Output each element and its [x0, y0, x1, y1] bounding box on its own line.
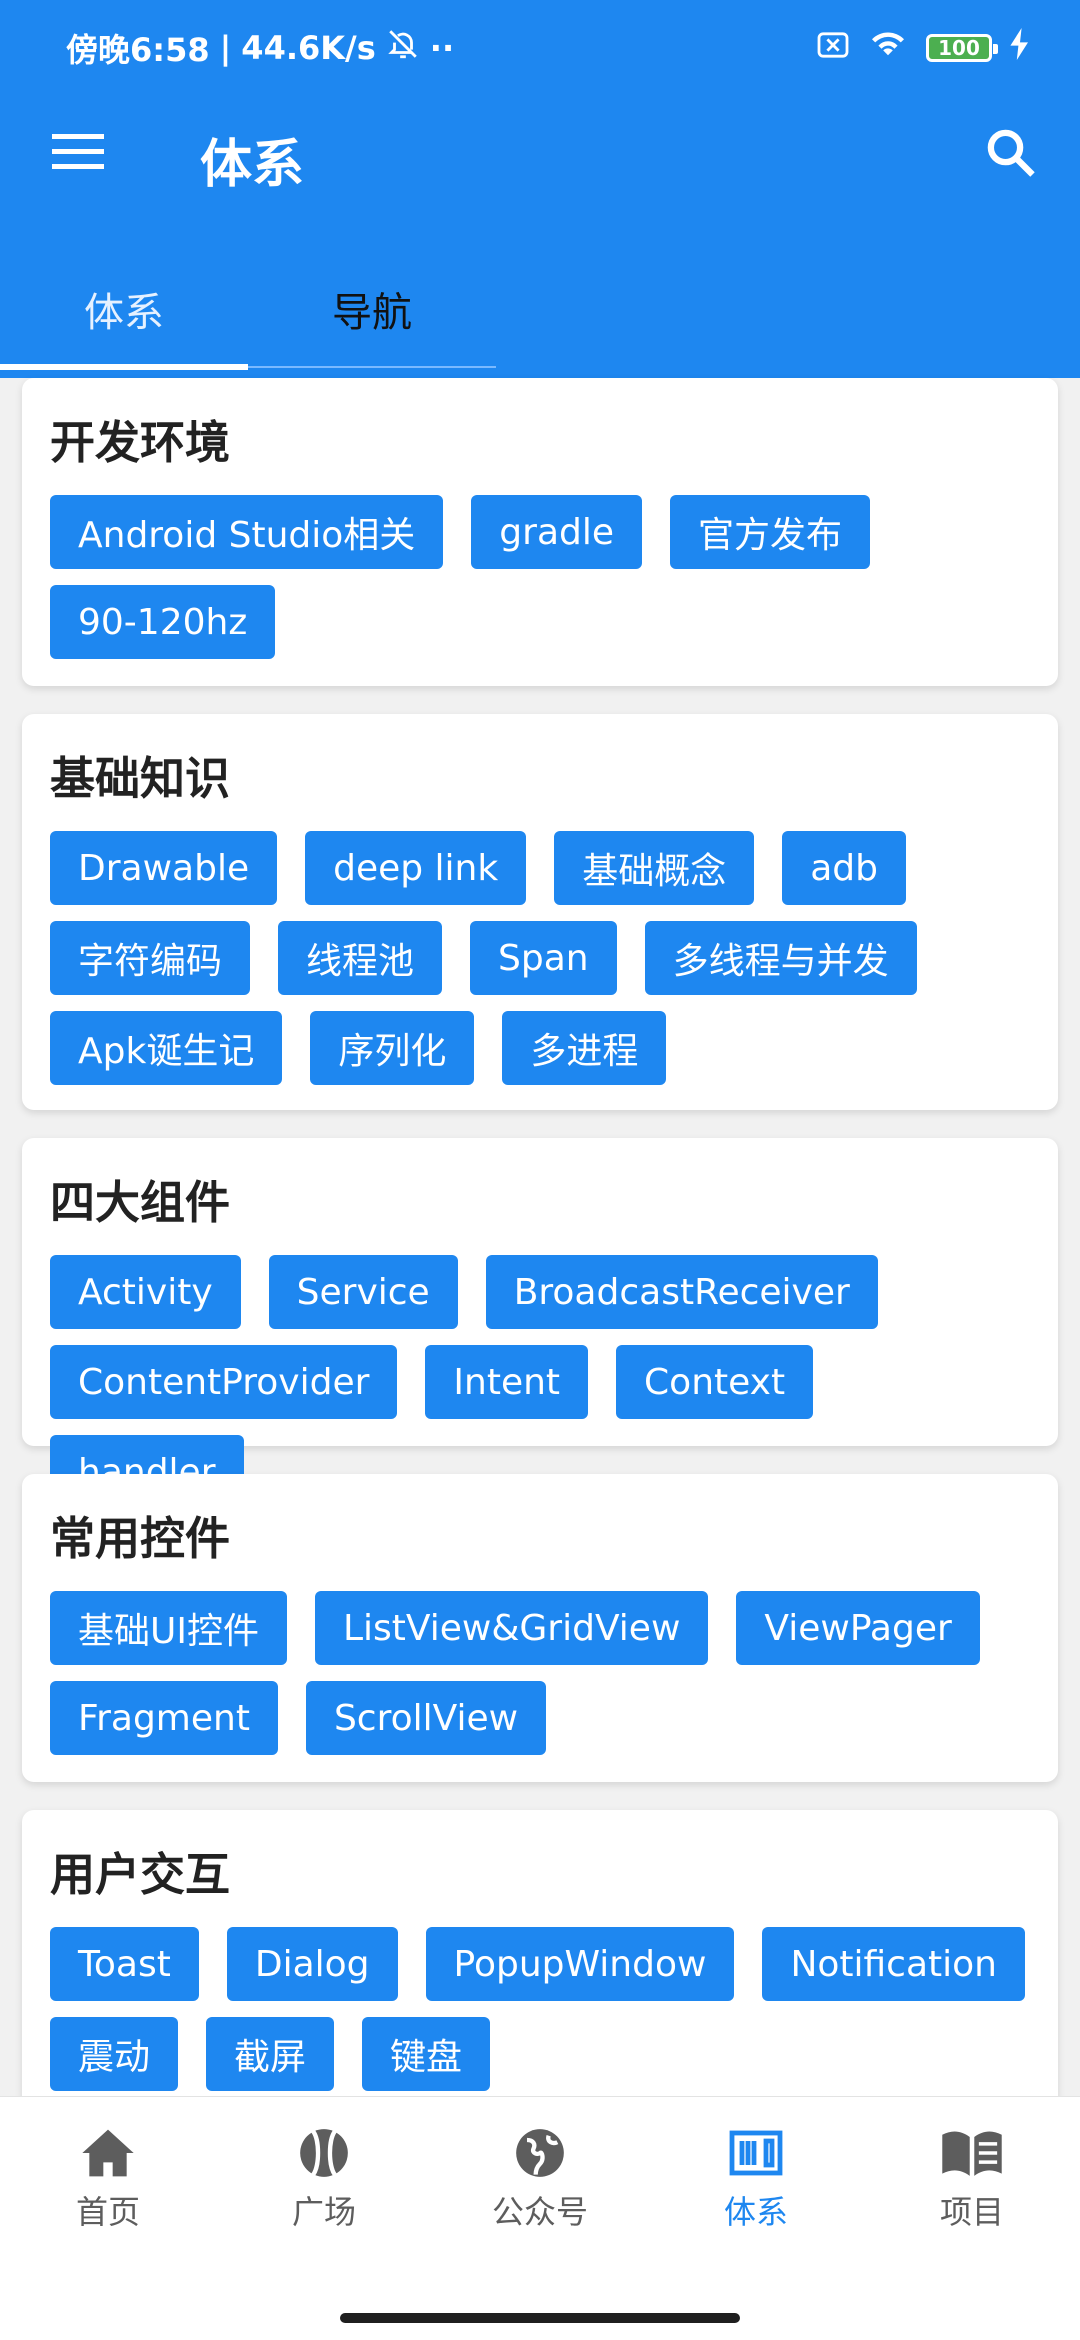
- bottom-navigation: 首页 广场 公众号 体系 项目: [0, 2096, 1080, 2340]
- category-card-four-components: 四大组件 Activity Service BroadcastReceiver …: [22, 1138, 1058, 1509]
- search-button[interactable]: [978, 122, 1042, 186]
- tab-system-label: 体系: [84, 290, 164, 336]
- tag-list: 基础UI控件 ListView&GridView ViewPager Fragm…: [50, 1591, 1030, 1755]
- nav-home[interactable]: 首页: [0, 2127, 216, 2247]
- bell-off-icon: [386, 27, 420, 69]
- tab-navigation[interactable]: 导航: [248, 260, 496, 372]
- tab-bar: 体系 导航: [0, 260, 496, 372]
- tag-chip[interactable]: Fragment: [50, 1681, 278, 1755]
- tag-chip[interactable]: Drawable: [50, 831, 278, 905]
- nav-system-label: 体系: [723, 2193, 788, 2231]
- globe-icon: [512, 2127, 568, 2179]
- status-right: 100: [816, 28, 1030, 68]
- app-bar: 傍晚6:58 | 44.6K/s ·· 100 体系 体系 导航: [0, 0, 1080, 378]
- status-left: 傍晚6:58 | 44.6K/s ··: [66, 25, 454, 71]
- tag-chip[interactable]: Context: [616, 1345, 814, 1419]
- charging-icon: [1010, 28, 1030, 68]
- tag-chip[interactable]: 基础UI控件: [50, 1591, 287, 1665]
- tab-navigation-label: 导航: [332, 290, 412, 336]
- category-title: 基础知识: [50, 752, 231, 805]
- nav-official-account-label: 公众号: [491, 2193, 588, 2231]
- battery-level: 100: [938, 36, 980, 60]
- tag-chip[interactable]: ScrollView: [305, 1681, 547, 1755]
- category-title: 用户交互: [50, 1848, 231, 1901]
- category-card-common-controls: 常用控件 基础UI控件 ListView&GridView ViewPager …: [22, 1474, 1058, 1782]
- tab-divider-line: [248, 366, 496, 368]
- tag-chip[interactable]: 震动: [50, 2017, 179, 2091]
- tag-chip[interactable]: ContentProvider: [50, 1345, 398, 1419]
- tag-chip[interactable]: 90-120hz: [50, 585, 276, 659]
- tag-chip[interactable]: 线程池: [278, 921, 443, 995]
- status-bar: 傍晚6:58 | 44.6K/s ·· 100: [0, 0, 1080, 96]
- tag-list: Drawable deep link 基础概念 adb 字符编码 线程池 Spa…: [50, 831, 1030, 1085]
- tag-chip[interactable]: 字符编码: [50, 921, 251, 995]
- nav-home-label: 首页: [75, 2193, 140, 2231]
- nav-system[interactable]: 体系: [648, 2127, 864, 2247]
- tag-chip[interactable]: Span: [470, 921, 617, 995]
- search-icon: [983, 125, 1037, 183]
- status-speed: 44.6K/s: [241, 29, 376, 67]
- tag-chip[interactable]: Toast: [50, 1927, 199, 2001]
- tag-chip[interactable]: Service: [268, 1255, 458, 1329]
- tag-list: Android Studio相关 gradle 官方发布 90-120hz: [50, 495, 1030, 659]
- tag-chip[interactable]: 序列化: [310, 1011, 475, 1085]
- tag-chip[interactable]: gradle: [471, 495, 643, 569]
- sim-off-icon: [816, 29, 850, 67]
- tag-chip[interactable]: Android Studio相关: [50, 495, 444, 569]
- system-icon: [728, 2127, 784, 2179]
- category-title: 开发环境: [50, 416, 231, 469]
- category-title: 常用控件: [50, 1512, 231, 1565]
- tag-chip[interactable]: Apk诞生记: [50, 1011, 283, 1085]
- book-icon: [940, 2127, 1004, 2179]
- tag-chip[interactable]: Dialog: [226, 1927, 398, 2001]
- tag-chip[interactable]: deep link: [305, 831, 527, 905]
- battery-icon: 100: [926, 34, 998, 62]
- tag-chip[interactable]: Notification: [762, 1927, 1025, 2001]
- tag-chip[interactable]: 多线程与并发: [644, 921, 917, 995]
- nav-official-account[interactable]: 公众号: [432, 2127, 648, 2247]
- status-time: 傍晚6:58: [66, 31, 210, 69]
- tag-chip[interactable]: adb: [782, 831, 906, 905]
- tag-chip[interactable]: BroadcastReceiver: [485, 1255, 878, 1329]
- tag-chip[interactable]: PopupWindow: [425, 1927, 735, 2001]
- tab-system[interactable]: 体系: [0, 260, 248, 372]
- home-indicator: [340, 2313, 740, 2323]
- category-card-dev-env: 开发环境 Android Studio相关 gradle 官方发布 90-120…: [22, 378, 1058, 686]
- tag-chip[interactable]: 截屏: [206, 2017, 335, 2091]
- tag-chip[interactable]: ViewPager: [736, 1591, 980, 1665]
- category-card-user-interaction: 用户交互 Toast Dialog PopupWindow Notificati…: [22, 1810, 1058, 2118]
- tag-chip[interactable]: ListView&GridView: [314, 1591, 709, 1665]
- hamburger-menu-icon: [52, 132, 104, 176]
- tag-chip[interactable]: 键盘: [362, 2017, 491, 2091]
- ball-icon: [296, 2127, 352, 2179]
- app-root: 傍晚6:58 | 44.6K/s ·· 100 体系 体系 导航 开发环境 An…: [0, 0, 1080, 2340]
- home-icon: [80, 2127, 136, 2179]
- wifi-icon: [868, 28, 908, 68]
- tag-chip[interactable]: Intent: [425, 1345, 589, 1419]
- tag-chip[interactable]: 多进程: [502, 1011, 667, 1085]
- category-card-basic-knowledge: 基础知识 Drawable deep link 基础概念 adb 字符编码 线程…: [22, 714, 1058, 1110]
- status-separator: |: [219, 29, 232, 67]
- nav-project-label: 项目: [939, 2193, 1004, 2231]
- nav-square[interactable]: 广场: [216, 2127, 432, 2247]
- tag-list: Activity Service BroadcastReceiver Conte…: [50, 1255, 1030, 1509]
- menu-button[interactable]: [48, 124, 108, 184]
- tag-list: Toast Dialog PopupWindow Notification 震动…: [50, 1927, 1030, 2091]
- tag-chip[interactable]: 基础概念: [554, 831, 755, 905]
- tag-chip[interactable]: Activity: [50, 1255, 241, 1329]
- nav-project[interactable]: 项目: [864, 2127, 1080, 2247]
- nav-square-label: 广场: [291, 2193, 356, 2231]
- tag-chip[interactable]: 官方发布: [670, 495, 871, 569]
- toolbar: 体系: [0, 96, 1080, 212]
- more-status-icon: ··: [429, 29, 455, 67]
- category-title: 四大组件: [50, 1176, 231, 1229]
- tab-active-indicator: [0, 364, 248, 370]
- page-title: 体系: [200, 135, 305, 195]
